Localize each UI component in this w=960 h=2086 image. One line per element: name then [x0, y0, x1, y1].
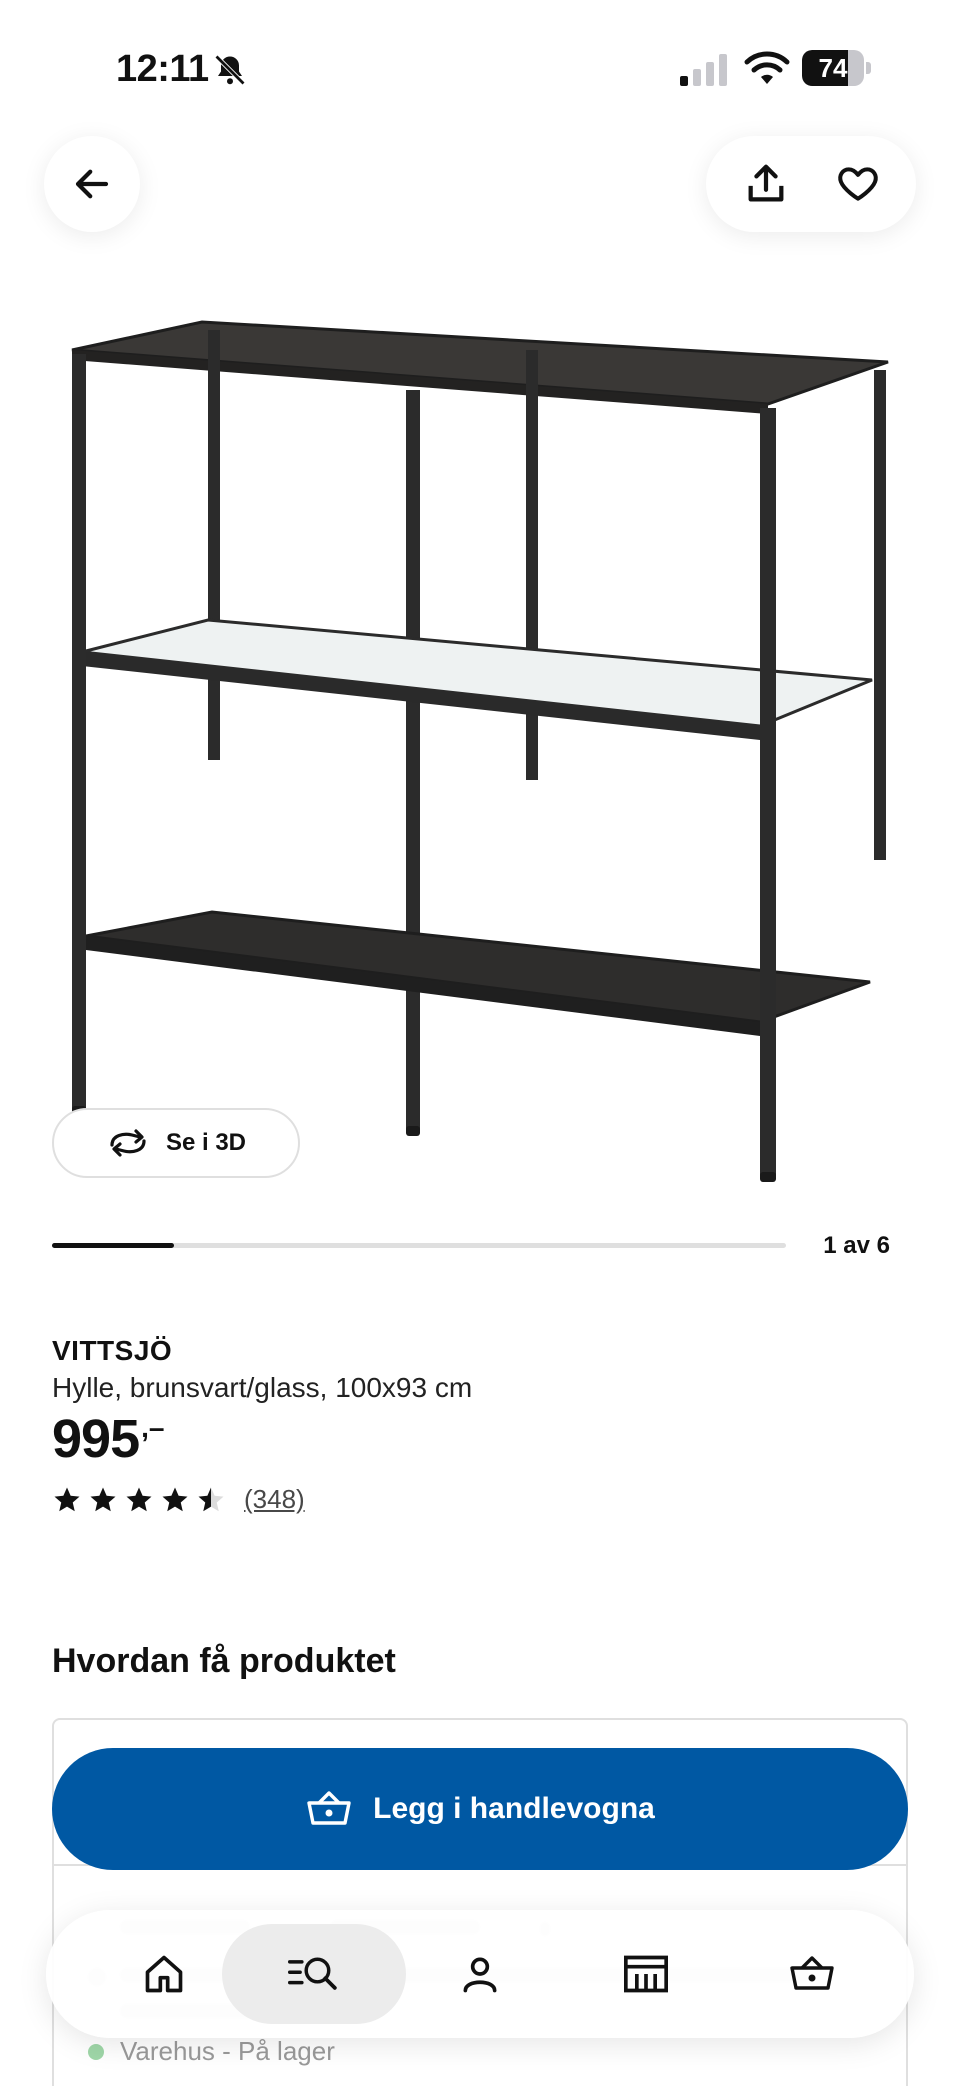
cart-icon	[307, 1791, 351, 1825]
wifi-icon	[744, 51, 790, 84]
rotate-3d-icon	[110, 1129, 146, 1157]
product-image[interactable]	[60, 310, 900, 1190]
product-name: VITTSJÖ	[52, 1335, 173, 1366]
signal-icon	[680, 54, 727, 86]
heart-icon	[838, 167, 878, 201]
view-3d-button[interactable]: Se i 3D	[52, 1108, 300, 1178]
delivery-section-title: Hvordan få produktet	[52, 1642, 396, 1680]
rating-stars	[52, 1485, 226, 1515]
star-icon	[162, 1487, 188, 1511]
search-icon	[288, 1957, 337, 1990]
carousel-progress-fill	[52, 1243, 175, 1248]
cart-icon	[790, 1956, 834, 1990]
stock-status-dot	[88, 2043, 104, 2060]
price-suffix: ,–	[141, 1412, 165, 1443]
product-description: Hylle, brunsvart/glass, 100x93 cm	[52, 1372, 473, 1403]
share-button[interactable]	[722, 136, 810, 232]
star-icon	[198, 1487, 224, 1511]
nav-search[interactable]	[222, 1924, 406, 2024]
price-value: 995	[52, 1409, 140, 1469]
status-bar: 12:11 74	[0, 0, 960, 120]
favorite-button[interactable]	[814, 136, 902, 232]
bell-muted-icon	[214, 54, 246, 86]
image-carousel-progress	[52, 1243, 786, 1248]
home-icon	[145, 1955, 183, 1993]
nav-home[interactable]	[104, 1924, 224, 2024]
profile-icon	[463, 1957, 497, 1993]
star-icon	[126, 1487, 152, 1511]
battery-indicator: 74	[802, 50, 872, 86]
add-to-cart-button[interactable]: Legg i handlevogna	[52, 1748, 908, 1870]
nav-stores[interactable]	[586, 1924, 706, 2024]
add-to-cart-label: Legg i handlevogna	[373, 1792, 655, 1825]
store-stock-status: Varehus - På lager	[88, 2036, 335, 2067]
review-count-link[interactable]: (348)	[244, 1484, 305, 1515]
battery-level: 74	[818, 53, 848, 83]
store-icon	[624, 1955, 668, 1993]
status-time: 12:11	[116, 48, 209, 90]
product-rating[interactable]: (348)	[52, 1484, 305, 1515]
arrow-left-icon	[75, 169, 109, 199]
product-price: 995 ,–	[52, 1408, 164, 1470]
star-icon	[90, 1487, 116, 1511]
nav-cart[interactable]	[752, 1924, 872, 2024]
star-icon	[54, 1487, 80, 1511]
nav-profile[interactable]	[420, 1924, 540, 2024]
carousel-counter: 1 av 6	[823, 1232, 890, 1259]
back-button[interactable]	[44, 136, 140, 232]
view-3d-label: Se i 3D	[165, 1129, 247, 1156]
bottom-navigation	[46, 1910, 914, 2038]
product-actions	[706, 136, 916, 232]
store-stock-text: Varehus - På lager	[120, 2036, 335, 2066]
share-icon	[748, 164, 784, 202]
